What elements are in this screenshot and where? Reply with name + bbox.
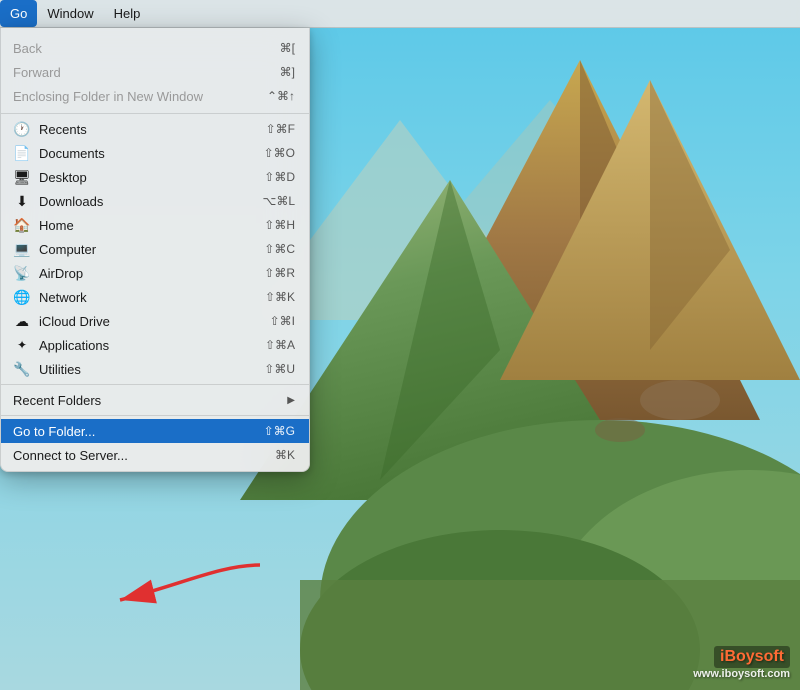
go-menu-dropdown: Back ⌘[ Forward ⌘] Enclosing Folder in N… (0, 28, 310, 472)
menu-item-network[interactable]: 🌐 Network ⇧⌘K (1, 285, 309, 309)
home-label: Home (39, 218, 74, 233)
menu-help[interactable]: Help (104, 0, 151, 27)
menu-item-applications[interactable]: ✦ Applications ⇧⌘A (1, 333, 309, 357)
separator-1 (1, 113, 309, 114)
menu-item-icloud[interactable]: ☁ iCloud Drive ⇧⌘I (1, 309, 309, 333)
documents-icon: 📄 (13, 144, 31, 162)
computer-label: Computer (39, 242, 96, 257)
locations-section: 🕐 Recents ⇧⌘F 📄 Documents ⇧⌘O 🖥 Desktop … (1, 117, 309, 381)
recents-label: Recents (39, 122, 87, 137)
documents-shortcut: ⇧⌘O (264, 146, 295, 160)
menu-item-home[interactable]: 🏠 Home ⇧⌘H (1, 213, 309, 237)
go-to-folder-label: Go to Folder... (13, 424, 95, 439)
recent-folders-label: Recent Folders (13, 393, 101, 408)
menu-item-desktop[interactable]: 🖥 Desktop ⇧⌘D (1, 165, 309, 189)
nav-section: Back ⌘[ Forward ⌘] Enclosing Folder in N… (1, 32, 309, 110)
connect-server-shortcut: ⌘K (275, 448, 295, 462)
downloads-shortcut: ⌥⌘L (262, 194, 295, 208)
applications-shortcut: ⇧⌘A (265, 338, 295, 352)
downloads-icon: ⬇ (13, 192, 31, 210)
home-icon: 🏠 (13, 216, 31, 234)
recents-shortcut: ⇧⌘F (266, 122, 295, 136)
computer-shortcut: ⇧⌘C (264, 242, 295, 256)
recents-icon: 🕐 (13, 120, 31, 138)
back-label: Back (13, 41, 42, 56)
utilities-shortcut: ⇧⌘U (264, 362, 295, 376)
menu-item-enclosing[interactable]: Enclosing Folder in New Window ⌃⌘↑ (1, 84, 309, 108)
menu-item-recent-folders[interactable]: Recent Folders ▶ (1, 388, 309, 412)
utilities-label: Utilities (39, 362, 81, 377)
connect-server-label: Connect to Server... (13, 448, 128, 463)
menu-item-utilities[interactable]: 🔧 Utilities ⇧⌘U (1, 357, 309, 381)
recent-folders-arrow: ▶ (287, 395, 295, 406)
desktop-label: Desktop (39, 170, 87, 185)
home-shortcut: ⇧⌘H (264, 218, 295, 232)
documents-label: Documents (39, 146, 105, 161)
utilities-icon: 🔧 (13, 360, 31, 378)
forward-shortcut: ⌘] (280, 65, 295, 79)
forward-label: Forward (13, 65, 61, 80)
menu-item-documents[interactable]: 📄 Documents ⇧⌘O (1, 141, 309, 165)
menu-window[interactable]: Window (37, 0, 103, 27)
network-icon: 🌐 (13, 288, 31, 306)
menu-go[interactable]: Go (0, 0, 37, 27)
applications-label: Applications (39, 338, 109, 353)
network-shortcut: ⇧⌘K (265, 290, 295, 304)
desktop-shortcut: ⇧⌘D (264, 170, 295, 184)
go-to-folder-shortcut: ⇧⌘G (264, 424, 295, 438)
menu-item-back[interactable]: Back ⌘[ (1, 36, 309, 60)
menu-bar: Go Window Help (0, 0, 800, 28)
icloud-label: iCloud Drive (39, 314, 110, 329)
separator-3 (1, 415, 309, 416)
menu-item-connect-server[interactable]: Connect to Server... ⌘K (1, 443, 309, 467)
applications-icon: ✦ (13, 336, 31, 354)
icloud-shortcut: ⇧⌘I (270, 314, 295, 328)
menu-item-go-to-folder[interactable]: Go to Folder... ⇧⌘G (1, 419, 309, 443)
computer-icon: 💻 (13, 240, 31, 258)
desktop-icon: 🖥 (13, 168, 31, 186)
menu-item-forward[interactable]: Forward ⌘] (1, 60, 309, 84)
menu-item-computer[interactable]: 💻 Computer ⇧⌘C (1, 237, 309, 261)
brand-domain: www.iboysoft.com (693, 668, 790, 680)
network-label: Network (39, 290, 87, 305)
brand-name: iBoysoft (714, 646, 790, 668)
airdrop-icon: 📡 (13, 264, 31, 282)
menu-item-downloads[interactable]: ⬇ Downloads ⌥⌘L (1, 189, 309, 213)
arrow-annotation (80, 555, 280, 615)
separator-2 (1, 384, 309, 385)
airdrop-label: AirDrop (39, 266, 83, 281)
airdrop-shortcut: ⇧⌘R (264, 266, 295, 280)
downloads-label: Downloads (39, 194, 103, 209)
watermark: iBoysoft www.iboysoft.com (693, 646, 790, 680)
menu-item-airdrop[interactable]: 📡 AirDrop ⇧⌘R (1, 261, 309, 285)
enclosing-shortcut: ⌃⌘↑ (267, 89, 295, 103)
menu-item-recents[interactable]: 🕐 Recents ⇧⌘F (1, 117, 309, 141)
icloud-icon: ☁ (13, 312, 31, 330)
enclosing-label: Enclosing Folder in New Window (13, 89, 203, 104)
back-shortcut: ⌘[ (280, 41, 295, 55)
